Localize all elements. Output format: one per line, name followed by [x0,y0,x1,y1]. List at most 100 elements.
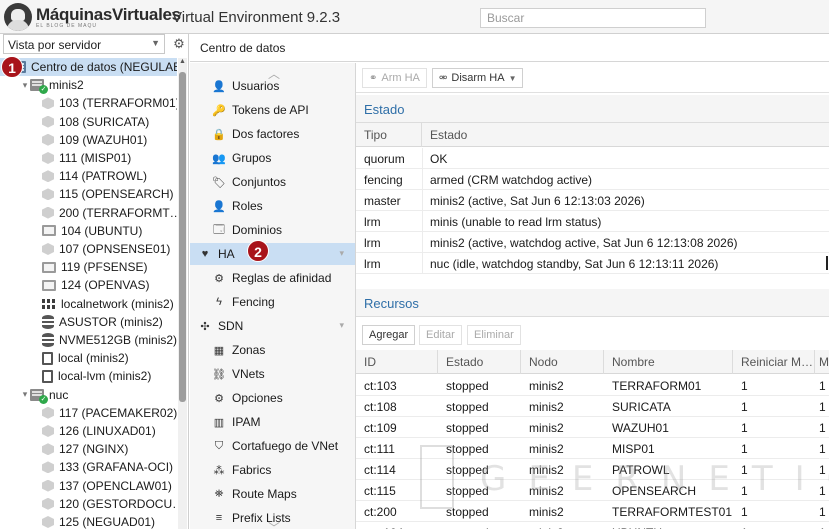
tree-item[interactable]: 126 (LINUXAD01) [0,422,177,440]
table-cell: 1 [819,421,826,435]
nav-item[interactable]: ⛓ VNets [190,363,355,385]
gear-icon[interactable]: ⚙ [170,35,188,53]
view-selector[interactable]: Vista por servidor ▼ [3,34,165,54]
tree-scrollbar-thumb[interactable] [179,72,186,402]
column-header-estado[interactable]: Estado [422,123,829,147]
tree-item[interactable]: 111 (MISP01) [0,149,177,167]
recursos-grid-header: ID Estado Nodo Nombre Reiniciar M… M [356,350,829,374]
nav-item[interactable]: 🔑 Tokens de API [190,99,355,121]
column-header-estado[interactable]: Estado [438,350,521,374]
column-header-nombre[interactable]: Nombre [604,350,733,374]
tree-item[interactable]: 107 (OPNSENSE01) [0,240,177,258]
delete-button[interactable]: Eliminar [467,325,521,345]
scroll-up-icon[interactable]: ▲ [178,58,187,68]
chevron-down-icon[interactable]: ▾ [339,320,344,331]
table-row[interactable]: ct:200 stopped minis2 TERRAFORMTEST01 1 1 [356,501,829,522]
tree-item[interactable]: 137 (OPENCLAW01) [0,477,177,495]
table-row[interactable]: ct:103 stopped minis2 TERRAFORM01 1 1 [356,375,829,396]
tree-item[interactable]: 115 (OPENSEARCH) [0,185,177,203]
table-row[interactable]: lrm minis (unable to read lrm status) [356,211,829,232]
tree-item[interactable]: local (minis2) [0,349,177,367]
table-cell: minis2 [521,522,604,529]
column-header-m[interactable]: M [815,350,829,374]
nav-item[interactable]: ϟ Fencing [190,291,355,313]
table-cell: stopped [446,463,489,477]
nav-item[interactable]: 👥 Grupos [190,147,355,169]
table-row[interactable]: vm:104stoppedminis2UBUNTU11 [356,522,829,529]
search-input[interactable] [480,8,706,28]
nav-item[interactable]: 🔒 Dos factores [190,123,355,145]
nav-item[interactable]: 🏷 Conjuntos [190,171,355,193]
table-row[interactable]: ct:108 stopped minis2 SURICATA 1 1 [356,396,829,417]
tree-item[interactable]: 124 (OPENVAS) [0,276,177,294]
container-icon [42,170,54,183]
tree-item[interactable]: local-lvm (minis2) [0,367,177,385]
arm-ha-button[interactable]: ⚭ Arm HA [362,68,427,88]
chevron-down-icon[interactable]: ▾ [339,248,344,259]
storage-icon [42,314,54,329]
resource-tree-panel: Vista por servidor ▼ ⚙ Centro de datos (… [0,34,189,529]
table-row[interactable]: master minis2 (active, Sat Jun 6 12:13:03… [356,190,829,211]
tree-item[interactable]: 119 (PFSENSE) [0,258,177,276]
nav-item[interactable]: ♥ HA ▾ [190,243,355,265]
tree-item[interactable]: NVME512GB (minis2) [0,331,177,349]
table-row[interactable]: ct:111 stopped minis2 MISP01 1 1 [356,438,829,459]
nav-item[interactable]: 🗔 Dominios [190,219,355,241]
table-cell: 1 [741,400,748,414]
column-header-tipo[interactable]: Tipo [356,123,422,147]
table-cell: 1 [819,400,826,414]
tree-item[interactable]: 117 (PACEMAKER02) [0,404,177,422]
table-row[interactable]: ct:114 stopped minis2 PATROWL 1 1 [356,459,829,480]
nav-item[interactable]: ✣ SDN ▾ [190,315,355,337]
edit-button[interactable]: Editar [419,325,462,345]
table-row[interactable]: ct:115 stopped minis2 OPENSEARCH 1 1 [356,480,829,501]
unlink-icon: ⚮ [439,73,448,84]
chevron-down-icon[interactable]: ▾ [20,389,30,400]
nav-item[interactable]: ⚙ Reglas de afinidad [190,267,355,289]
scroll-down-icon[interactable]: ﹀ [268,519,280,529]
column-header-id[interactable]: ID [356,350,438,374]
table-row[interactable]: ct:109 stopped minis2 WAZUH01 1 1 [356,417,829,438]
zones-icon: ▦ [213,344,225,357]
tree-item[interactable]: 127 (NGINX) [0,440,177,458]
table-cell: 1 [819,379,826,393]
tree-item[interactable]: 200 (TERRAFORMT… [0,204,177,222]
tree-item[interactable]: 104 (UBUNTU) [0,222,177,240]
column-header-reiniciar[interactable]: Reiniciar M… [733,350,815,374]
nav-item[interactable]: ⛯ Route Maps [190,483,355,505]
nav-item[interactable]: 👤 Usuarios [190,75,355,97]
nav-item[interactable]: ▥ IPAM [190,411,355,433]
disarm-ha-button[interactable]: ⚮ Disarm HA ▼ [432,68,524,88]
tree-item[interactable]: Centro de datos (NEGULAB) [0,58,177,76]
tree-item[interactable]: ▾ nuc [0,386,177,404]
tree-item[interactable]: localnetwork (minis2) [0,295,177,313]
table-cell: 1 [741,421,748,435]
tree-item[interactable]: 103 (TERRAFORM01) [0,94,177,112]
tree-item[interactable]: ▾ minis2 [0,76,177,95]
tree-scrollbar[interactable]: ▲ [178,58,187,529]
tree-item[interactable]: 109 (WAZUH01) [0,131,177,149]
tree-item[interactable]: 114 (PATROWL) [0,167,177,185]
tree-item[interactable]: 120 (GESTORDOCU… [0,495,177,513]
table-row[interactable]: quorum OK [356,148,829,169]
cell-estado: armed (CRM watchdog active) [430,173,593,187]
text-cursor [826,256,828,270]
add-button[interactable]: Agregar [362,325,416,345]
tree-item[interactable]: ASUSTOR (minis2) [0,313,177,331]
nav-item-label: VNets [232,367,265,381]
tree-item[interactable]: 125 (NEGUAD01) [0,513,177,529]
table-row[interactable]: lrm nuc (idle, watchdog standby, Sat Jun … [356,253,829,274]
nav-item[interactable]: ▦ Zonas [190,339,355,361]
cell-estado: minis2 (active, watchdog active, Sat Jun… [430,236,738,250]
table-row[interactable]: lrm minis2 (active, watchdog active, Sat … [356,232,829,253]
nav-item[interactable]: ⁂ Fabrics [190,459,355,481]
table-row[interactable]: fencing armed (CRM watchdog active) [356,169,829,190]
tree-item[interactable]: 133 (GRAFANA-OCI) [0,458,177,476]
nav-item[interactable]: ⚙ Opciones [190,387,355,409]
chevron-down-icon[interactable]: ▾ [20,80,30,91]
tree-item[interactable]: 108 (SURICATA) [0,113,177,131]
column-header-nodo[interactable]: Nodo [521,350,604,374]
nav-item[interactable]: ⛉ Cortafuego de VNet [190,435,355,457]
nav-item[interactable]: 👤 Roles [190,195,355,217]
brand-logo[interactable]: MáquinasVirtuales EL BLOG DE MAQU [4,3,181,31]
